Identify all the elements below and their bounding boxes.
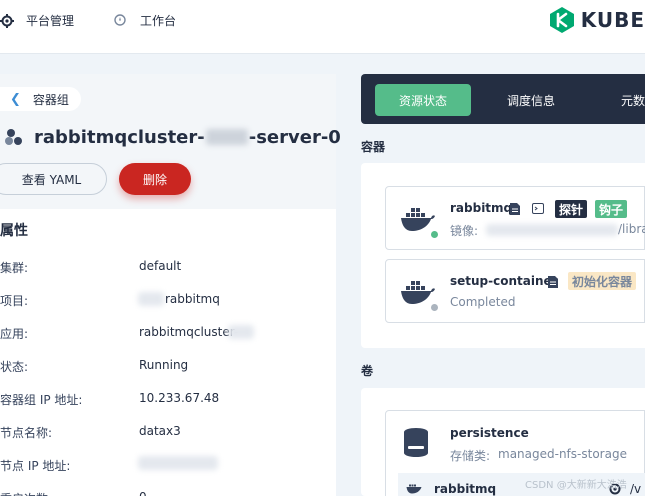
redacted-text [486, 224, 618, 236]
property-row-pod-ip: 容器组 IP 地址: 10.233.67.48 [0, 380, 336, 413]
property-key: 状态: [0, 360, 29, 374]
detail-tabs: 资源状态 调度信息 元数 [361, 74, 645, 124]
volumes-heading: 卷 [361, 364, 374, 378]
property-row-cluster: 集群: default [0, 248, 336, 281]
docker-icon [401, 208, 435, 231]
tab-resource-status[interactable]: 资源状态 [375, 84, 471, 116]
init-container-tag: 初始化容器 [568, 272, 637, 290]
gear-icon [0, 13, 14, 28]
logs-icon[interactable] [510, 203, 520, 215]
pod-icon [4, 126, 26, 148]
mount-container-name: rabbitmq [434, 482, 497, 496]
container-status: Completed [450, 295, 516, 309]
property-value[interactable]: rabbitmq [165, 292, 220, 306]
container-name: setup-container [450, 274, 558, 288]
image-label: 镜像: [450, 224, 479, 238]
workbench-nav[interactable]: 工作台 [114, 12, 176, 29]
containers-card: rabbitmq 探针 钩子 镜像: /librar setup-contain… [361, 163, 645, 348]
back-label: 容器组 [32, 92, 69, 107]
pod-name-prefix: rabbitmqcluster- [34, 126, 205, 148]
redacted-text [205, 129, 248, 145]
chevron-left-icon: ❮ [10, 91, 21, 107]
dashboard-icon [114, 13, 128, 28]
completed-status-dot [430, 303, 439, 312]
property-value: 0 [139, 490, 147, 496]
redacted-text [138, 292, 164, 306]
tab-metadata[interactable]: 元数 [591, 84, 645, 116]
top-navigation-bar: 平台管理 工作台 KUBE [0, 0, 645, 54]
view-yaml-button[interactable]: 查看 YAML [0, 163, 107, 195]
image-value: /librar [618, 222, 645, 236]
property-row-app: 应用: rabbitmqcluster- [0, 314, 336, 347]
property-row-status: 状态: Running [0, 347, 336, 380]
platform-management-nav[interactable]: 平台管理 [0, 12, 74, 29]
volume-disk-icon [404, 428, 428, 457]
containers-heading: 容器 [361, 140, 386, 154]
property-row-node-ip: 节点 IP 地址: [0, 446, 336, 479]
storage-class-value: managed-nfs-storage [498, 447, 627, 461]
brand-logo: KUBE [549, 6, 645, 34]
brand-text: KUBE [580, 8, 645, 32]
property-value: 10.233.67.48 [139, 391, 220, 405]
hook-tag: 钩子 [595, 200, 628, 218]
probe-tag: 探针 [555, 200, 588, 218]
property-key: 重启次数: [0, 490, 52, 496]
property-key: 集群: [0, 261, 29, 275]
running-status-dot [430, 230, 439, 239]
redacted-text [138, 456, 218, 470]
property-value[interactable]: datax3 [139, 424, 181, 438]
property-key: 节点 IP 地址: [0, 459, 71, 473]
property-value: default [139, 259, 182, 273]
property-key: 应用: [0, 327, 29, 341]
back-to-pods-button[interactable]: ❮ 容器组 [0, 87, 81, 111]
property-key: 节点名称: [0, 426, 53, 440]
properties-heading: 属性 [0, 223, 28, 239]
logs-icon[interactable] [548, 276, 558, 288]
kubesphere-logo-icon [549, 7, 574, 33]
mount-path: /v [630, 482, 642, 496]
pod-name-suffix: -server-0 [248, 126, 341, 148]
pod-header-area: ❮ 容器组 rabbitmqcluster- -server-0 查看 YAML… [0, 74, 341, 209]
pod-title: rabbitmqcluster- -server-0 [4, 126, 341, 148]
delete-button[interactable]: 删除 [119, 163, 191, 195]
property-value: Running [139, 358, 189, 372]
container-name: rabbitmq [450, 201, 513, 215]
watermark: CSDN @大新新大浩浩 [525, 480, 627, 491]
docker-icon [401, 281, 435, 304]
terminal-icon[interactable] [532, 203, 544, 214]
property-key: 项目: [0, 294, 29, 308]
platform-management-label: 平台管理 [26, 14, 75, 28]
redacted-text [228, 325, 254, 339]
workbench-label: 工作台 [140, 14, 177, 28]
property-value[interactable]: rabbitmqcluster- [139, 325, 238, 339]
property-row-node-name: 节点名称: datax3 [0, 413, 336, 446]
container-item-rabbitmq[interactable]: rabbitmq 探针 钩子 镜像: /librar [385, 186, 645, 250]
tab-scheduling-info[interactable]: 调度信息 [485, 84, 577, 116]
container-item-setup[interactable]: setup-container 初始化容器 Completed [385, 259, 645, 323]
property-row-restarts: 重启次数: 0 [0, 479, 336, 496]
docker-icon [406, 484, 422, 494]
storage-class-label: 存储类: [450, 449, 491, 463]
pod-detail-sidebar: ❮ 容器组 rabbitmqcluster- -server-0 查看 YAML… [0, 74, 341, 496]
volume-name: persistence [450, 426, 529, 440]
property-row-project: 项目: rabbitmq [0, 281, 336, 314]
property-key: 容器组 IP 地址: [0, 393, 83, 407]
